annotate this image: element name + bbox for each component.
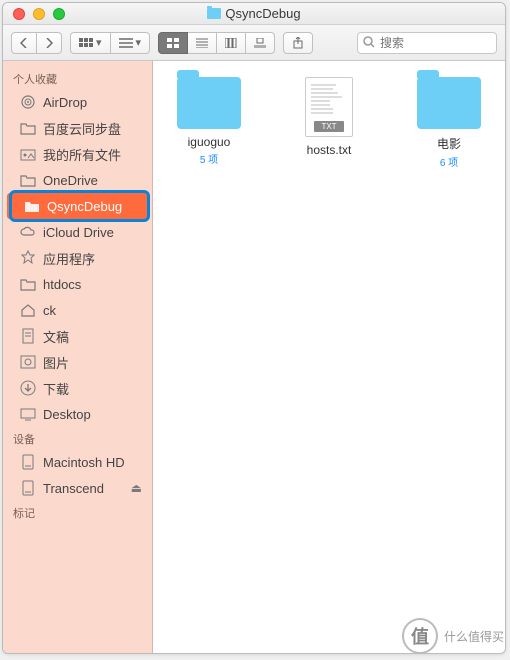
close-button[interactable] xyxy=(13,8,25,20)
sidebar-item-label: htdocs xyxy=(43,277,81,292)
downloads-icon xyxy=(19,380,37,396)
back-button[interactable] xyxy=(11,32,37,54)
airdrop-icon xyxy=(19,94,37,110)
sidebar-item[interactable]: 百度云同步盘 xyxy=(3,115,152,141)
list-view-button[interactable] xyxy=(188,32,217,54)
watermark-text: 什么值得买 xyxy=(444,628,504,645)
finder-window: QsyncDebug ▾ ▾ 个人收藏 AirDrop 百度云同步盘我的所有文件 On… xyxy=(2,2,506,654)
window-body: 个人收藏 AirDrop 百度云同步盘我的所有文件 OneDrive QsyncDebu… xyxy=(3,61,505,653)
sidebar-item[interactable]: htdocs xyxy=(3,271,152,297)
action-button[interactable]: ▾ xyxy=(111,32,151,54)
column-view-button[interactable] xyxy=(217,32,246,54)
window-title-text: QsyncDebug xyxy=(225,6,300,21)
sidebar-item-label: Macintosh HD xyxy=(43,455,125,470)
folder-icon xyxy=(417,77,481,129)
sidebar-item[interactable]: OneDrive xyxy=(3,167,152,193)
sidebar-item[interactable]: 文稿 xyxy=(3,323,152,349)
arrange-group: ▾ ▾ xyxy=(70,32,150,54)
folder-red-icon xyxy=(23,199,41,213)
home-icon xyxy=(19,303,37,317)
watermark: 值 什么值得买 xyxy=(402,618,504,654)
file-meta: 6 项 xyxy=(409,154,489,169)
icon-view-button[interactable] xyxy=(158,32,188,54)
file-item[interactable]: hosts.txt xyxy=(289,77,369,157)
traffic-lights xyxy=(3,8,65,20)
arrange-button[interactable]: ▾ xyxy=(70,32,111,54)
disk-icon xyxy=(19,480,37,496)
txt-file-icon xyxy=(305,77,353,137)
sidebar-item-label: Desktop xyxy=(43,407,91,422)
watermark-icon: 值 xyxy=(402,618,438,654)
sidebar-item[interactable]: QsyncDebug xyxy=(7,193,148,219)
forward-button[interactable] xyxy=(37,32,62,54)
search-input[interactable] xyxy=(357,32,497,54)
folder-icon xyxy=(19,277,37,291)
pictures-icon xyxy=(19,355,37,369)
sidebar-item-label: OneDrive xyxy=(43,173,98,188)
sidebar-item-label: 应用程序 xyxy=(43,249,95,268)
sidebar-item[interactable]: 图片 xyxy=(3,349,152,375)
sidebar-item-label: AirDrop xyxy=(43,95,87,110)
cloud-icon xyxy=(19,226,37,238)
sidebar-item-label: 图片 xyxy=(43,353,69,372)
folder-icon xyxy=(19,173,37,187)
titlebar[interactable]: QsyncDebug xyxy=(3,3,505,25)
minimize-button[interactable] xyxy=(33,8,45,20)
file-name: hosts.txt xyxy=(289,143,369,157)
sidebar-item-label: Transcend xyxy=(43,481,104,496)
sidebar-item[interactable]: Desktop xyxy=(3,401,152,427)
file-name: 电影 xyxy=(409,135,489,152)
sidebar-item[interactable]: iCloud Drive xyxy=(3,219,152,245)
sidebar-item[interactable]: Macintosh HD xyxy=(3,449,152,475)
documents-icon xyxy=(19,328,37,344)
nav-buttons xyxy=(11,32,62,54)
sidebar-section-header: 标记 xyxy=(3,501,152,523)
file-meta: 5 项 xyxy=(169,151,249,166)
maximize-button[interactable] xyxy=(53,8,65,20)
sidebar-item[interactable]: 应用程序 xyxy=(3,245,152,271)
search-field[interactable] xyxy=(357,32,497,54)
sidebar-item[interactable]: AirDrop xyxy=(3,89,152,115)
search-icon xyxy=(363,36,375,48)
sidebar-item-label: iCloud Drive xyxy=(43,225,114,240)
apps-icon xyxy=(19,250,37,266)
sidebar-item-label: ck xyxy=(43,303,56,318)
file-area[interactable]: iguoguo 5 项 hosts.txt 电影 6 项 xyxy=(153,61,505,653)
sidebar-item-label: 百度云同步盘 xyxy=(43,119,121,138)
toolbar: ▾ ▾ xyxy=(3,25,505,61)
sidebar-item[interactable]: Transcend ⏏ xyxy=(3,475,152,501)
sidebar-item-label: 下载 xyxy=(43,379,69,398)
sidebar-item[interactable]: 我的所有文件 xyxy=(3,141,152,167)
sidebar-section-header: 个人收藏 xyxy=(3,67,152,89)
sidebar-item-label: 文稿 xyxy=(43,327,69,346)
share-button[interactable] xyxy=(283,32,313,54)
sidebar-section-header: 设备 xyxy=(3,427,152,449)
allfiles-icon xyxy=(19,147,37,161)
sidebar-item[interactable]: 下载 xyxy=(3,375,152,401)
sidebar-item-label: QsyncDebug xyxy=(47,199,122,214)
desktop-icon xyxy=(19,407,37,421)
disk-icon xyxy=(19,454,37,470)
folder-icon xyxy=(19,121,37,135)
file-item[interactable]: iguoguo 5 项 xyxy=(169,77,249,166)
folder-icon xyxy=(177,77,241,129)
folder-icon xyxy=(207,8,221,19)
window-title: QsyncDebug xyxy=(3,6,505,21)
file-item[interactable]: 电影 6 项 xyxy=(409,77,489,169)
sidebar-item[interactable]: ck xyxy=(3,297,152,323)
file-name: iguoguo xyxy=(169,135,249,149)
coverflow-view-button[interactable] xyxy=(246,32,275,54)
sidebar[interactable]: 个人收藏 AirDrop 百度云同步盘我的所有文件 OneDrive QsyncDebu… xyxy=(3,61,153,653)
view-buttons xyxy=(158,32,275,54)
eject-icon[interactable]: ⏏ xyxy=(131,481,142,495)
sidebar-item-label: 我的所有文件 xyxy=(43,145,121,164)
